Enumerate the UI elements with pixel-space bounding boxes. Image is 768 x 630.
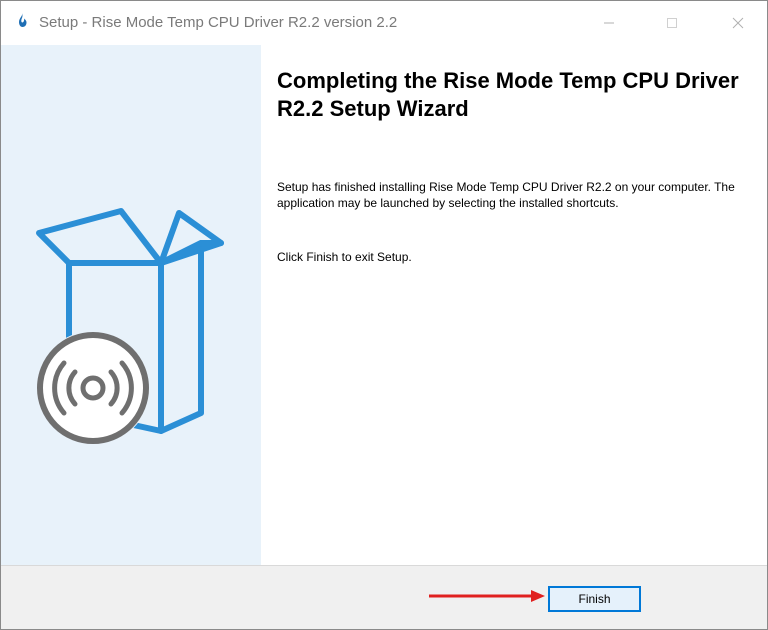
flame-icon [15, 12, 29, 32]
exit-instruction: Click Finish to exit Setup. [277, 250, 412, 264]
minimize-icon [604, 22, 614, 24]
setup-window: Setup - Rise Mode Temp CPU Driver R2.2 v… [0, 0, 768, 630]
page-title: Completing the Rise Mode Temp CPU Driver… [277, 68, 739, 121]
button-bar: Finish [1, 565, 767, 629]
wizard-content: Completing the Rise Mode Temp CPU Driver… [261, 45, 767, 565]
title-bar: Setup - Rise Mode Temp CPU Driver R2.2 v… [1, 1, 767, 45]
completion-description: Setup has finished installing Rise Mode … [277, 180, 735, 210]
maximize-icon [667, 18, 677, 28]
finish-button[interactable]: Finish [548, 586, 641, 612]
minimize-button[interactable] [586, 1, 632, 45]
wizard-sidebar [1, 45, 261, 565]
close-icon [732, 17, 744, 29]
software-box-disc-icon [36, 208, 224, 445]
maximize-button[interactable] [649, 1, 695, 45]
window-title: Setup - Rise Mode Temp CPU Driver R2.2 v… [39, 14, 398, 31]
red-arrow-icon [429, 590, 545, 602]
close-button[interactable] [715, 1, 761, 45]
